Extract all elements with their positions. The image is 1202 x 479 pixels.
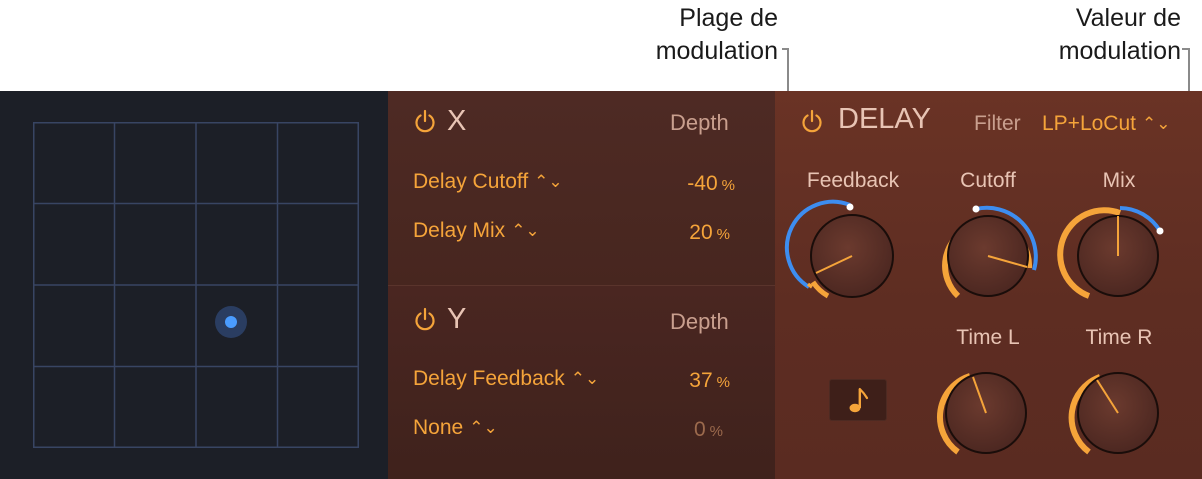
x-target-1-select[interactable]: Delay Cutoff ⌃⌄ [413,170,563,194]
y-depth-2-number: 0 [693,418,706,441]
x-depth-1-number: -40 [687,172,718,195]
x-depth-2-number: 20 [689,221,713,244]
x-target-1-label: Delay Cutoff [413,170,529,193]
updown-arrows-icon: ⌃⌄ [534,172,563,191]
value-callout: Valeur de modulation [1000,2,1181,68]
tempo-sync-button[interactable] [829,379,887,421]
y-depth-1-unit: % [716,374,730,391]
mix-mod-dot [1156,227,1164,235]
music-note-icon [849,387,869,413]
y-depth-1-value[interactable]: 37% [650,369,730,393]
x-power-icon[interactable] [414,108,436,134]
y-target-2-select[interactable]: None ⌃⌄ [413,416,498,440]
y-target-1-label: Delay Feedback [413,367,565,390]
feedback-knob[interactable] [784,199,894,299]
xy-pad-grid[interactable] [33,122,359,448]
y-power-icon[interactable] [414,306,436,332]
x-depth-2-unit: % [716,226,730,243]
y-panel-title: Y [447,303,467,335]
x-depth-2-value[interactable]: 20% [650,221,730,245]
x-target-2-label: Delay Mix [413,219,506,242]
y-target-1-select[interactable]: Delay Feedback ⌃⌄ [413,367,599,391]
updown-arrows-icon: ⌃⌄ [570,369,600,388]
mix-knob[interactable] [1057,206,1164,299]
x-depth-header: Depth [670,110,729,135]
time-r-knob[interactable] [1068,372,1159,455]
y-depth-header: Depth [670,309,729,334]
x-depth-1-value[interactable]: -40% [655,172,735,196]
range-callout: Plage de modulation [600,2,778,68]
x-target-2-select[interactable]: Delay Mix ⌃⌄ [413,219,540,243]
range-callout-line2: modulation [655,37,778,65]
y-target-2-label: None [413,416,464,439]
range-callout-line1: Plage de [679,4,778,32]
value-callout-line2: modulation [1058,37,1181,65]
y-depth-2-value[interactable]: 0% [643,418,723,442]
y-depth-1-number: 37 [689,369,713,392]
xy-puck[interactable] [215,306,247,338]
x-depth-1-unit: % [721,177,735,194]
updown-arrows-icon: ⌃⌄ [469,418,498,437]
value-callout-line1: Valeur de [1075,4,1181,32]
x-panel-title: X [447,105,467,137]
y-depth-2-unit: % [709,423,723,440]
cutoff-knob[interactable] [942,205,1038,299]
cutoff-mod-dot [972,205,980,213]
updown-arrows-icon: ⌃⌄ [511,221,540,240]
time-l-knob[interactable] [936,372,1027,455]
feedback-mod-dot [846,203,854,211]
